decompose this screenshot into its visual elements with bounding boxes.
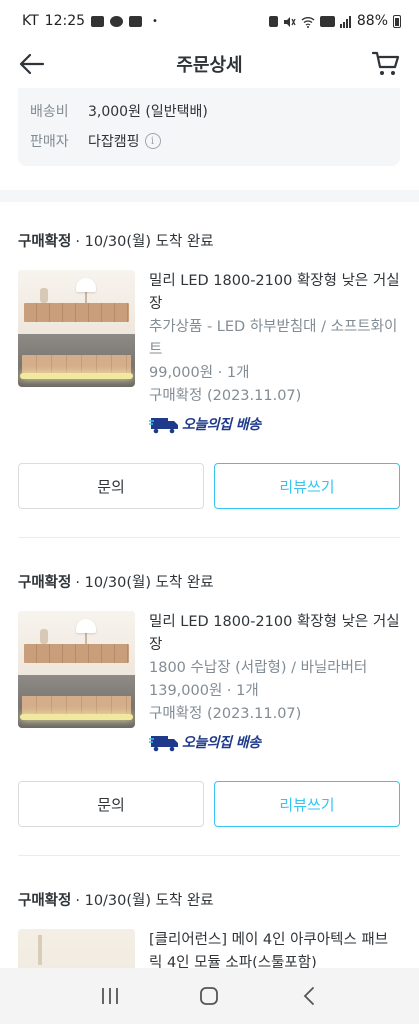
product-row[interactable]: 밀리 LED 1800-2100 확장형 낮은 거실장 1800 수납장 (서랍… [18,611,400,754]
battery-icon [393,14,401,28]
product-price: 139,000원 · 1개 [149,683,259,699]
recents-icon [101,988,118,1004]
cart-button[interactable] [369,47,403,81]
order-status-label: 구매확정 [18,574,72,591]
inquiry-button[interactable]: 문의 [18,781,204,827]
cart-icon [372,51,400,75]
seller-label: 판매자 [30,134,69,150]
product-thumbnail[interactable] [18,611,135,728]
mute-icon [283,16,296,27]
talk-notification-icon [110,15,124,27]
product-row[interactable]: 밀리 LED 1800-2100 확장형 낮은 거실장 추가상품 - LED 하… [18,270,400,436]
product-option: 1800 수납장 (서랍형) / 바닐라버터 [149,660,368,676]
hd-icon [319,15,335,27]
order-arrival: · 10/30(월) 도착 완료 [75,892,214,909]
product-name[interactable]: 밀리 LED 1800-2100 확장형 낮은 거실장 [149,270,400,316]
order-item: 구매확정 · 10/30(월) 도착 완료 밀리 LED 1800-2100 확… [18,228,400,509]
page-title: 주문상세 [176,55,243,76]
product-name[interactable]: 밀리 LED 1800-2100 확장형 낮은 거실장 [149,611,400,657]
shipping-info-box: 배송비 3,000원 (일반택배) 판매자 다잡캠핑 i [18,88,400,166]
order-status: 구매확정 · 10/30(월) 도착 완료 [18,569,400,593]
more-notifications-dot: • [152,15,158,27]
delivery-label: 오늘의집 배송 [182,416,261,433]
write-review-button[interactable]: 리뷰쓰기 [214,781,400,827]
order-status-label: 구매확정 [18,892,72,909]
product-price: 99,000원 · 1개 [149,365,250,381]
lock-icon [268,15,278,27]
seller-value: 다잡캠핑 [88,134,140,150]
order-separator [18,537,400,538]
battery-percent: 88% [356,13,388,29]
system-back-button[interactable] [289,976,329,1016]
purchase-confirm-date: 구매확정 (2023.11.07) [149,706,302,722]
status-left: KT 12:25 • [22,13,158,29]
delivery-truck-icon [149,418,178,434]
purchase-confirm-date: 구매확정 (2023.11.07) [149,388,302,404]
recents-button[interactable] [90,976,130,1016]
signal-icon [339,15,352,28]
shipping-fee-label: 배송비 [30,104,69,120]
section-divider [0,190,419,202]
delivery-truck-icon [149,736,178,752]
order-status: 구매확정 · 10/30(월) 도착 완료 [18,228,400,252]
back-chevron-icon [303,987,315,1005]
delivery-badge: 오늘의집 배송 [149,732,400,754]
wifi-icon [301,16,315,28]
delivery-label: 오늘의집 배송 [182,734,261,751]
shipping-fee-row: 배송비 3,000원 (일반택배) [30,96,388,126]
clock: 12:25 [44,13,86,29]
seller-row: 판매자 다잡캠핑 i [30,126,388,156]
inquiry-button[interactable]: 문의 [18,463,204,509]
order-separator [18,855,400,856]
status-right: 88% [268,13,401,29]
order-status-label: 구매확정 [18,233,72,250]
shipping-fee-value: 3,000원 (일반택배) [88,104,208,120]
app-notification-icon [129,15,143,27]
app-header: 주문상세 [0,42,419,86]
write-review-button[interactable]: 리뷰쓰기 [214,463,400,509]
status-bar: KT 12:25 • 88% [0,0,419,42]
info-icon[interactable]: i [144,133,161,149]
order-status: 구매확정 · 10/30(월) 도착 완료 [18,887,400,911]
carrier-label: KT [22,13,39,29]
product-info: 밀리 LED 1800-2100 확장형 낮은 거실장 1800 수납장 (서랍… [149,611,400,754]
home-button[interactable] [189,976,229,1016]
order-arrival: · 10/30(월) 도착 완료 [75,233,214,250]
order-actions: 문의 리뷰쓰기 [18,463,400,509]
product-option: 추가상품 - LED 하부받침대 / 소프트화이트 [149,319,398,358]
back-button[interactable] [16,48,48,80]
order-actions: 문의 리뷰쓰기 [18,781,400,827]
order-item: 구매확정 · 10/30(월) 도착 완료 밀리 LED 1800-2100 확… [18,569,400,827]
gallery-notification-icon [91,15,105,27]
product-info: 밀리 LED 1800-2100 확장형 낮은 거실장 추가상품 - LED 하… [149,270,400,436]
delivery-badge: 오늘의집 배송 [149,414,400,436]
system-nav-bar [0,968,419,1024]
arrow-left-icon [19,53,45,75]
order-arrival: · 10/30(월) 도착 완료 [75,574,214,591]
home-icon [200,987,219,1005]
product-thumbnail[interactable] [18,270,135,387]
